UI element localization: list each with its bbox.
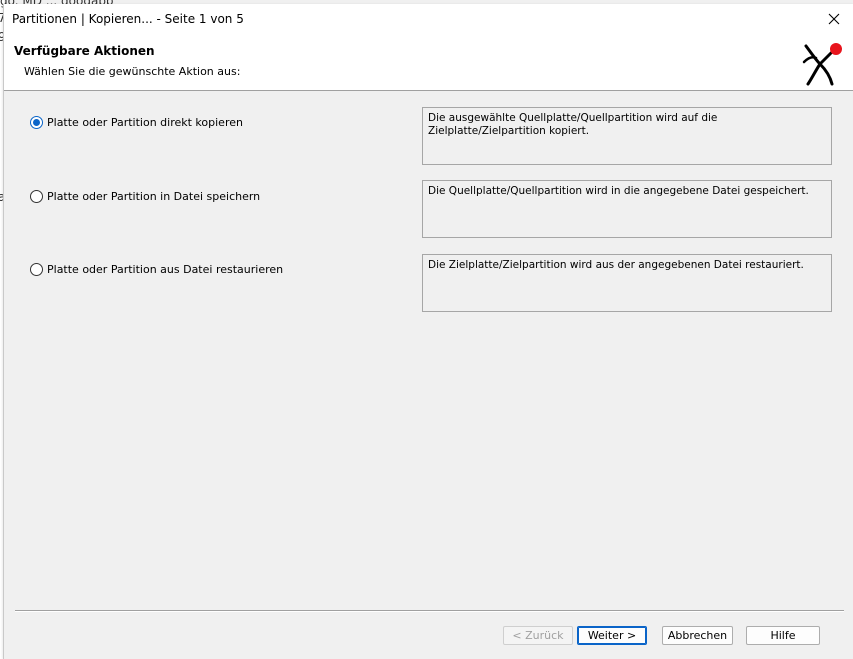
help-button[interactable]: Hilfe	[746, 626, 820, 645]
wizard-dialog: Partitionen | Kopieren... - Seite 1 von …	[3, 4, 853, 659]
radio-button[interactable]	[30, 263, 43, 276]
option-label: Platte oder Partition aus Datei restauri…	[47, 263, 284, 276]
footer-separator	[15, 610, 844, 612]
option-save-to-file[interactable]: Platte oder Partition in Datei speichern	[30, 190, 260, 203]
description-box-direct-copy: Die ausgewählte Quellplatte/Quellpartiti…	[422, 107, 832, 165]
next-button[interactable]: Weiter >	[577, 626, 647, 645]
radio-button-checked[interactable]	[30, 116, 43, 129]
option-restore-from-file[interactable]: Platte oder Partition aus Datei restauri…	[30, 263, 283, 276]
page-subtitle: Wählen Sie die gewünschte Aktion aus:	[24, 65, 241, 78]
cancel-button[interactable]: Abbrechen	[662, 626, 733, 645]
app-logo-icon	[802, 43, 842, 86]
title-bar[interactable]: Partitionen | Kopieren... - Seite 1 von …	[4, 4, 853, 34]
description-box-restore-from-file: Die Zielplatte/Zielpartition wird aus de…	[422, 254, 832, 312]
wizard-header: Verfügbare Aktionen Wählen Sie die gewün…	[4, 34, 853, 91]
close-button[interactable]	[814, 4, 853, 34]
page-title: Verfügbare Aktionen	[14, 44, 155, 58]
option-direct-copy[interactable]: Platte oder Partition direkt kopieren	[30, 116, 243, 129]
window-title: Partitionen | Kopieren... - Seite 1 von …	[12, 12, 244, 26]
close-icon	[828, 13, 840, 25]
back-button[interactable]: < Zurück	[503, 626, 573, 645]
option-label: Platte oder Partition in Datei speichern	[47, 190, 261, 203]
option-label: Platte oder Partition direkt kopieren	[47, 116, 243, 129]
description-box-save-to-file: Die Quellplatte/Quellpartition wird in d…	[422, 180, 832, 238]
radio-button[interactable]	[30, 190, 43, 203]
